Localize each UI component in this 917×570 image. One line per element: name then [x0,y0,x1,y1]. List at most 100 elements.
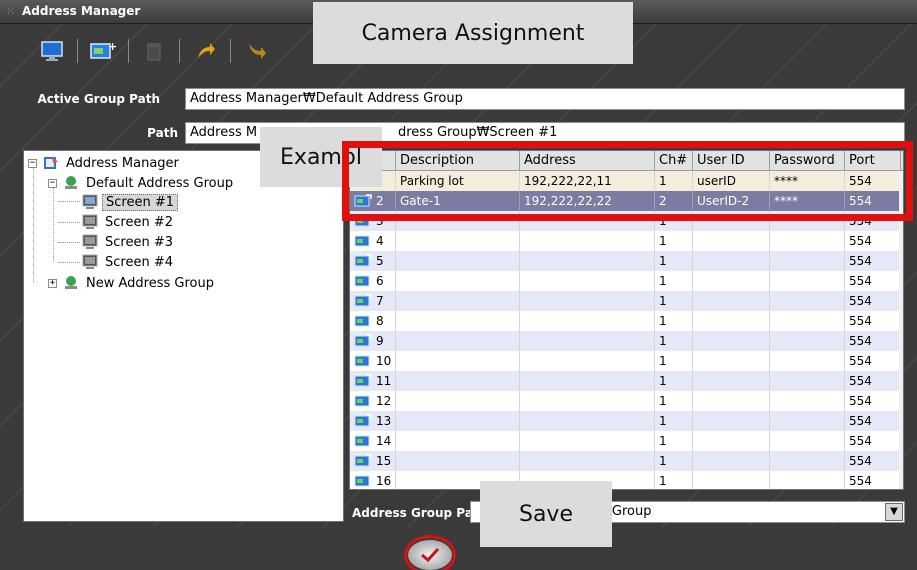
cell-description[interactable] [396,431,520,451]
table-row[interactable]: 16 1 554 [350,471,903,489]
table-row[interactable]: 7 1 554 [350,291,903,311]
cell-address[interactable] [520,291,655,311]
cell-description[interactable] [396,371,520,391]
delete-button[interactable] [140,37,168,65]
cell-user-id[interactable] [693,411,770,431]
tree-node-screen-3[interactable]: Screen #3 [81,233,176,251]
cell-password[interactable] [770,291,845,311]
dropdown-arrow-icon[interactable]: ▼ [885,503,903,521]
move-up-button[interactable] [191,37,219,65]
cell-password[interactable] [770,431,845,451]
table-row[interactable]: 6 1 554 [350,271,903,291]
cell-address[interactable] [520,431,655,451]
cell-channel[interactable]: 1 [655,411,693,431]
cell-port[interactable]: 554 [845,271,901,291]
cell-port[interactable]: 554 [845,431,901,451]
cell-description[interactable] [396,271,520,291]
table-row[interactable]: 5 1 554 [350,251,903,271]
cell-channel[interactable]: 1 [655,311,693,331]
table-row[interactable]: 10 1 554 [350,351,903,371]
cell-channel[interactable]: 1 [655,291,693,311]
table-row[interactable]: 11 1 554 [350,371,903,391]
cell-description[interactable] [396,331,520,351]
cell-address[interactable] [520,351,655,371]
tree-node-screen-1[interactable]: Screen #1 [81,193,178,211]
cell-number[interactable]: 11 [350,371,396,391]
cell-address[interactable] [520,271,655,291]
cell-password[interactable] [770,271,845,291]
cell-address[interactable] [520,251,655,271]
table-row[interactable]: 9 1 554 [350,331,903,351]
cell-description[interactable] [396,251,520,271]
cell-description[interactable] [396,391,520,411]
cell-user-id[interactable] [693,351,770,371]
cell-channel[interactable]: 1 [655,431,693,451]
cell-password[interactable] [770,331,845,351]
cell-channel[interactable]: 1 [655,451,693,471]
cell-user-id[interactable] [693,251,770,271]
cell-port[interactable]: 554 [845,251,901,271]
cell-number[interactable]: 4 [350,231,396,251]
cell-port[interactable]: 554 [845,391,901,411]
table-row[interactable]: 14 1 554 [350,431,903,451]
table-row[interactable]: 15 1 554 [350,451,903,471]
active-group-path-field[interactable]: Address Manager₩Default Address Group [185,88,905,110]
tree-node-screen-4[interactable]: Screen #4 [81,253,176,271]
cell-user-id[interactable] [693,271,770,291]
cell-number[interactable]: 14 [350,431,396,451]
cell-port[interactable]: 554 [845,451,901,471]
cell-channel[interactable]: 1 [655,331,693,351]
cell-user-id[interactable] [693,291,770,311]
cell-password[interactable] [770,371,845,391]
cell-port[interactable]: 554 [845,371,901,391]
cell-user-id[interactable] [693,331,770,351]
cell-number[interactable]: 13 [350,411,396,431]
cell-address[interactable] [520,231,655,251]
cell-port[interactable]: 554 [845,231,901,251]
cell-number[interactable]: 6 [350,271,396,291]
tree-node-new-group[interactable]: + New Address Group [48,274,217,292]
cell-address[interactable] [520,391,655,411]
cell-channel[interactable]: 1 [655,351,693,371]
cell-number[interactable]: 12 [350,391,396,411]
cell-user-id[interactable] [693,471,770,489]
cell-password[interactable] [770,351,845,371]
expand-icon[interactable]: + [48,278,57,288]
cell-password[interactable] [770,471,845,489]
cell-password[interactable] [770,251,845,271]
cell-description[interactable] [396,311,520,331]
cell-password[interactable] [770,391,845,411]
cell-address[interactable] [520,411,655,431]
tree-node-screen-2[interactable]: Screen #2 [81,213,176,231]
tree-node-root[interactable]: − Address Manager [28,154,182,172]
cell-number[interactable]: 16 [350,471,396,489]
collapse-icon[interactable]: − [28,158,37,168]
cell-address[interactable] [520,311,655,331]
cell-port[interactable]: 554 [845,471,901,489]
cell-password[interactable] [770,451,845,471]
cell-address[interactable] [520,331,655,351]
add-camera-button[interactable]: + [89,37,117,65]
cell-number[interactable]: 7 [350,291,396,311]
collapse-icon[interactable]: − [48,178,57,188]
cell-number[interactable]: 5 [350,251,396,271]
cell-address[interactable] [520,371,655,391]
cell-port[interactable]: 554 [845,311,901,331]
cell-user-id[interactable] [693,431,770,451]
cell-channel[interactable]: 1 [655,471,693,489]
cell-description[interactable] [396,411,520,431]
cell-description[interactable] [396,451,520,471]
table-row[interactable]: 12 1 554 [350,391,903,411]
cell-channel[interactable]: 1 [655,231,693,251]
cell-port[interactable]: 554 [845,291,901,311]
tree-node-default-group[interactable]: − Default Address Group [48,174,236,192]
cell-number[interactable]: 15 [350,451,396,471]
cell-password[interactable] [770,411,845,431]
cell-number[interactable]: 8 [350,311,396,331]
cell-port[interactable]: 554 [845,351,901,371]
cell-password[interactable] [770,231,845,251]
cell-user-id[interactable] [693,311,770,331]
cell-number[interactable]: 10 [350,351,396,371]
cell-description[interactable] [396,231,520,251]
cell-password[interactable] [770,311,845,331]
